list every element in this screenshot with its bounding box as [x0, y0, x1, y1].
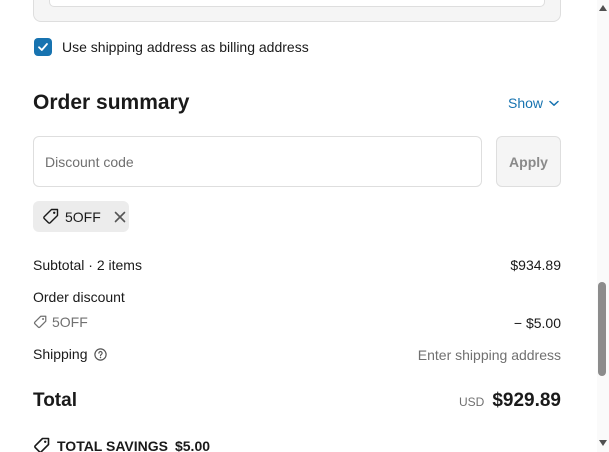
applied-discount-chip: 5OFF	[33, 201, 129, 232]
order-discount-code-line: 5OFF	[33, 314, 88, 330]
scroll-up-arrow[interactable]	[597, 2, 609, 14]
shipping-value: Enter shipping address	[417, 347, 561, 363]
total-savings-amount: $5.00	[174, 437, 211, 452]
address-field[interactable]	[49, 0, 545, 7]
checkout-page: Use shipping address as billing address …	[0, 0, 609, 452]
billing-same-as-shipping-row: Use shipping address as billing address	[34, 38, 309, 56]
scroll-thumb[interactable]	[598, 282, 606, 376]
show-summary-toggle[interactable]: Show	[508, 95, 559, 111]
tag-icon	[33, 315, 47, 329]
triangle-up-icon	[599, 5, 607, 11]
shipping-label: Shipping	[33, 346, 88, 362]
chevron-down-icon	[549, 100, 559, 106]
total-savings-row: TOTAL SAVINGS $5.00	[33, 437, 210, 452]
discount-code-input[interactable]	[33, 136, 482, 187]
order-discount-value: − $5.00	[513, 315, 561, 331]
scrollbar[interactable]	[597, 0, 609, 452]
show-summary-label: Show	[508, 95, 544, 111]
total-label: Total	[33, 390, 77, 411]
tag-icon	[34, 437, 50, 452]
scroll-down-arrow[interactable]	[597, 437, 609, 449]
order-summary-title: Order summary	[33, 91, 190, 114]
triangle-down-icon	[599, 440, 607, 446]
close-icon	[114, 211, 126, 222]
billing-checkbox-label: Use shipping address as billing address	[62, 39, 309, 55]
order-discount-label: Order discount	[33, 289, 125, 305]
apply-discount-button[interactable]: Apply	[496, 136, 561, 187]
total-amount: $929.89	[492, 390, 561, 411]
total-savings-label: TOTAL SAVINGS	[57, 437, 168, 452]
subtotal-label: Subtotal · 2 items	[33, 257, 142, 273]
remove-discount-button[interactable]	[114, 211, 126, 223]
applied-discount-code: 5OFF	[65, 208, 101, 225]
total-currency: USD	[458, 395, 485, 409]
shipping-row: Shipping	[33, 346, 107, 362]
total-value: USD $929.89	[459, 390, 561, 412]
tag-icon	[43, 208, 59, 224]
checkmark-icon	[38, 43, 48, 51]
billing-checkbox[interactable]	[34, 38, 52, 56]
order-discount-code: 5OFF	[52, 314, 88, 330]
subtotal-value: $934.89	[510, 257, 561, 273]
shipping-address-section	[33, 0, 561, 22]
shipping-help-icon[interactable]	[93, 347, 107, 361]
